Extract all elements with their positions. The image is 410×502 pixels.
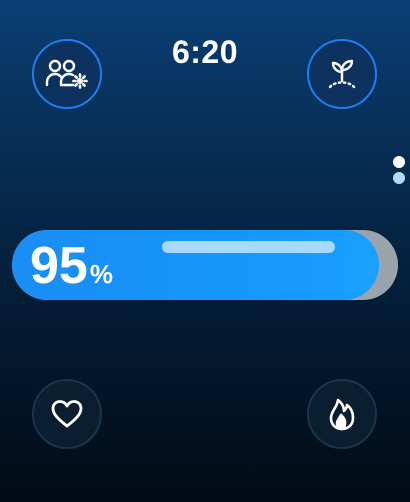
sprout-button[interactable] [307,39,377,109]
flame-icon [329,398,355,431]
page-dot-inactive [393,172,405,184]
level-bar[interactable]: 95 % [12,230,398,300]
level-bar-highlight [162,241,335,253]
page-dot-active [393,156,405,168]
sprout-icon [328,59,356,89]
group-settings-icon [45,59,88,89]
level-value: 95 [30,237,88,295]
group-settings-button[interactable] [32,39,102,109]
level-unit: % [89,259,113,289]
page-indicator [393,156,407,188]
level-readout: 95 % [30,236,113,296]
flame-button[interactable] [307,379,377,449]
heart-icon [51,400,83,428]
heart-button[interactable] [32,379,102,449]
